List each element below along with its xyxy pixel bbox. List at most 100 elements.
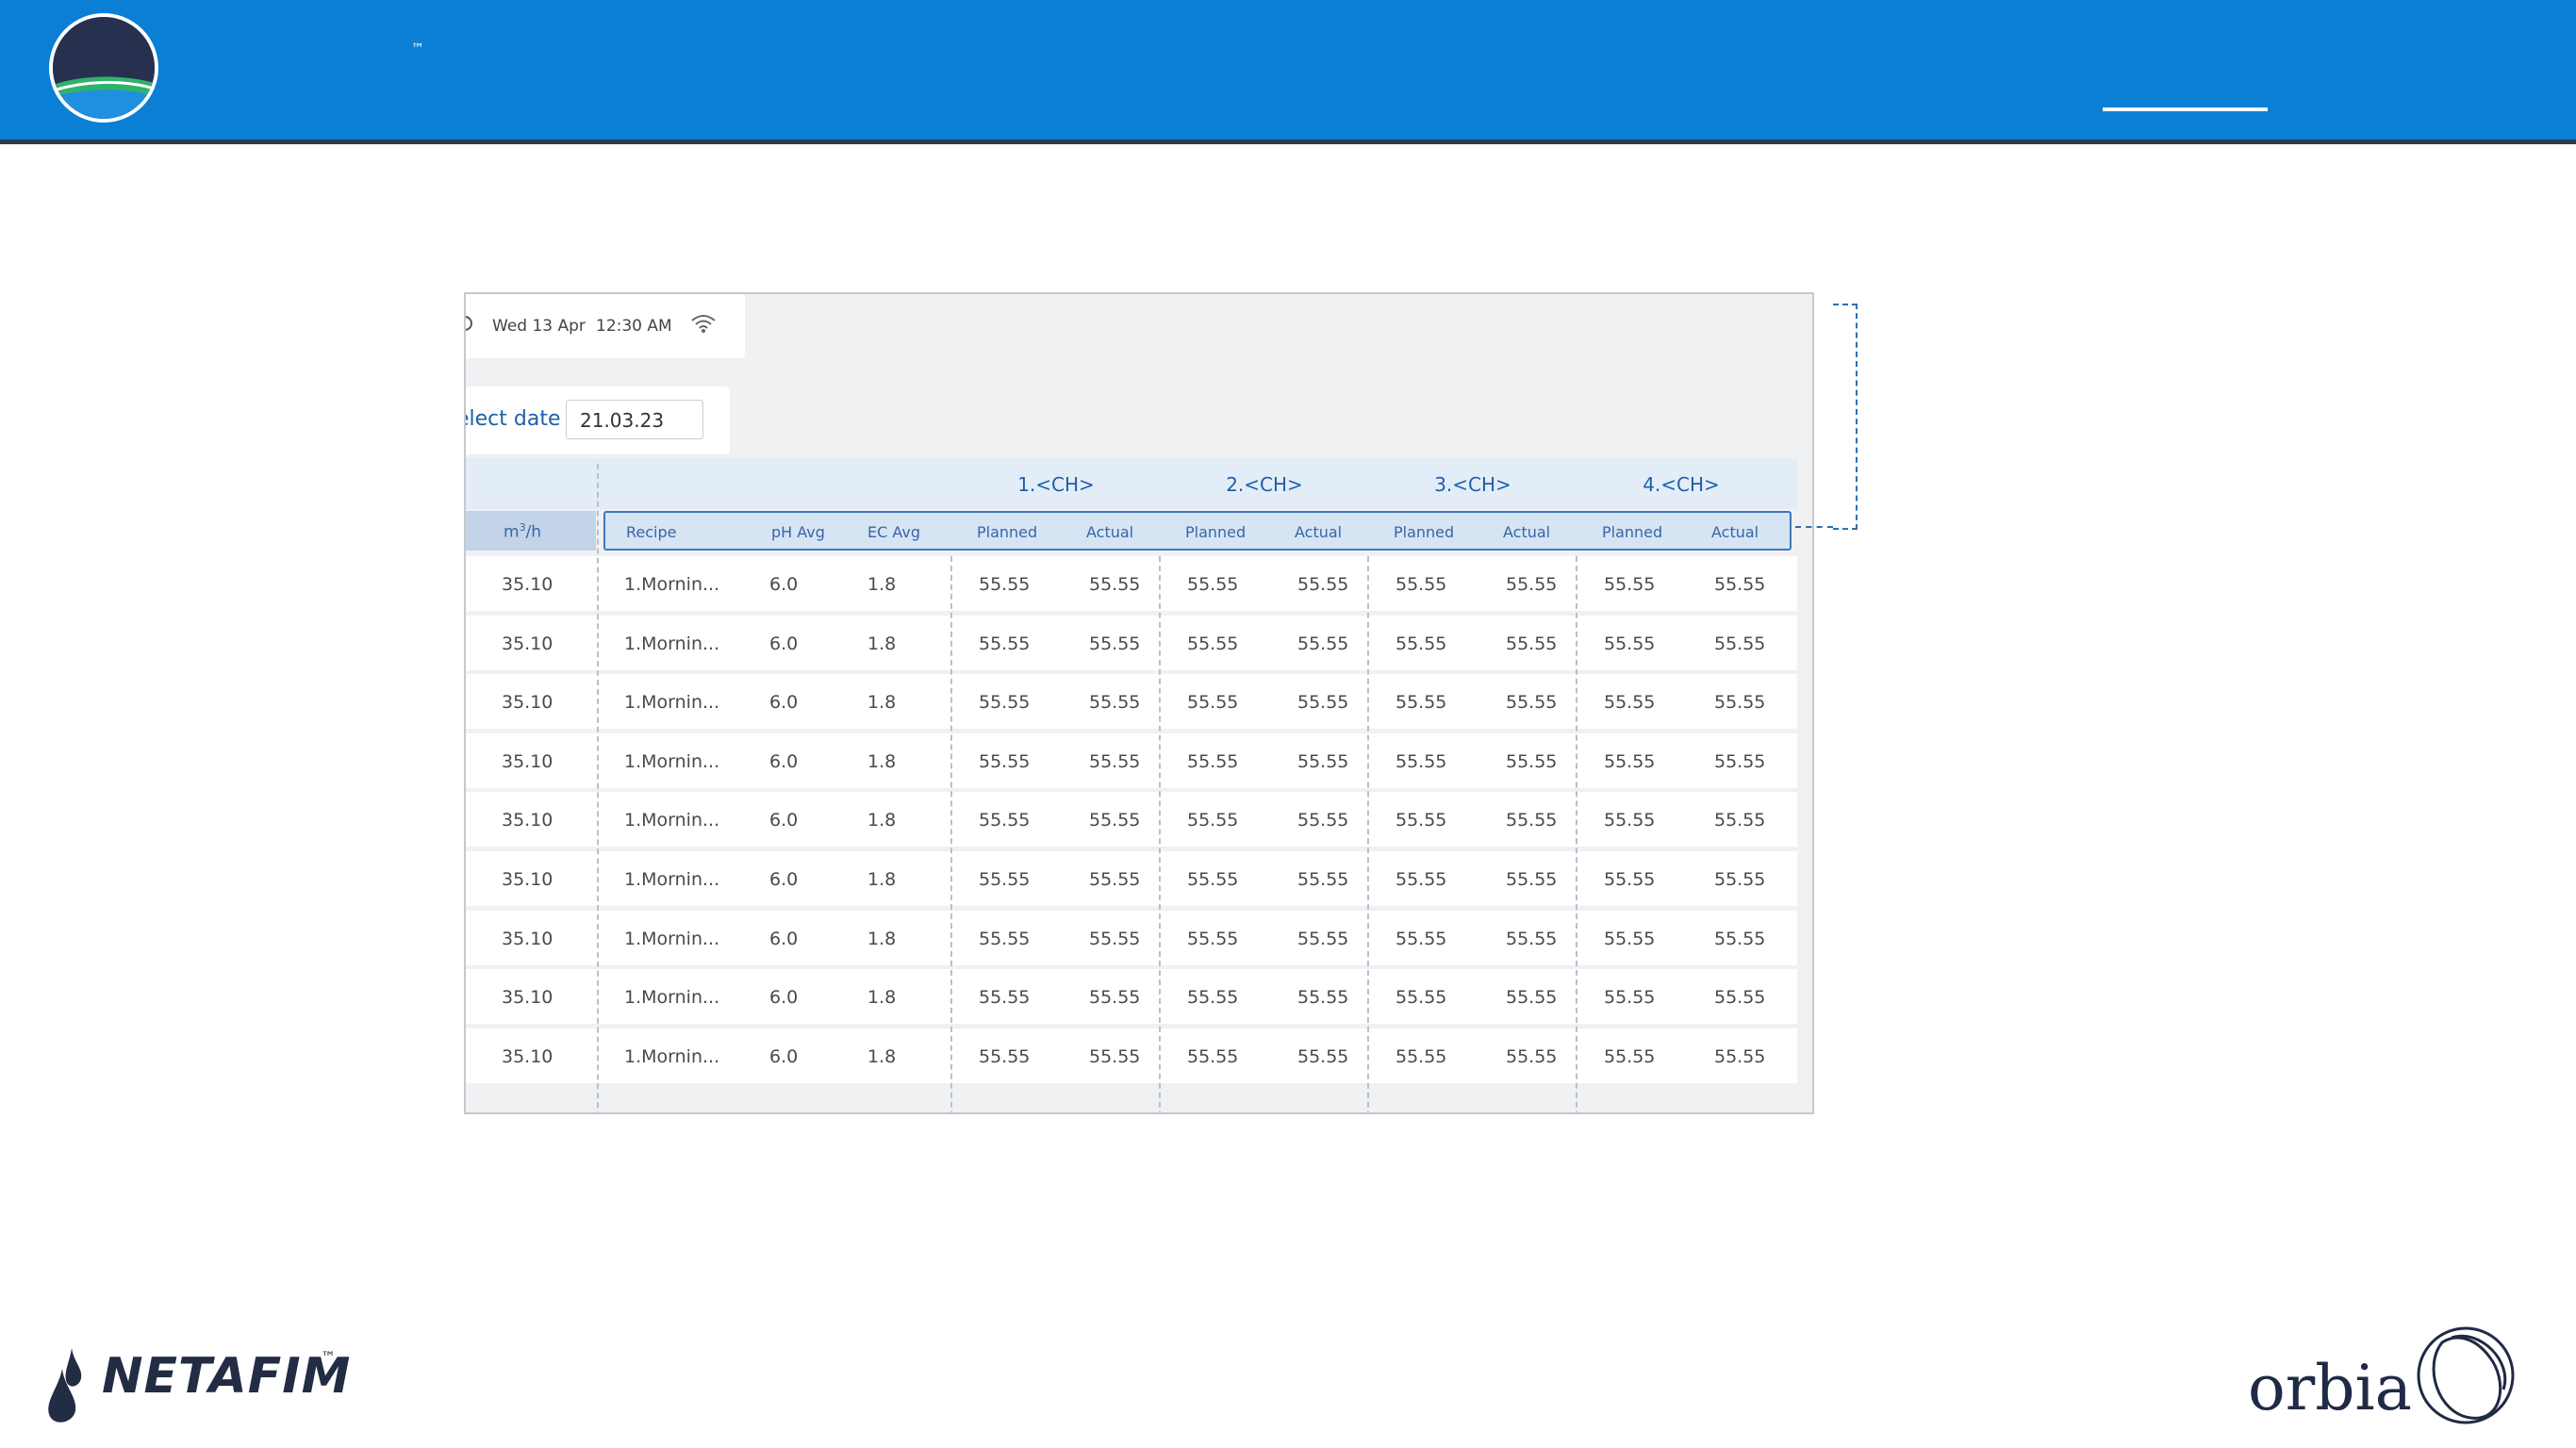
- status-bar: Wed 13 Apr 12:30 AM: [466, 294, 745, 358]
- ch3-actual-cell: 55.55: [1506, 574, 1558, 595]
- ch4-actual-cell: 55.55: [1714, 750, 1766, 772]
- table-row[interactable]: 35.10 1.Mornin... 6.0 1.8 55.55 55.55 55.55 55.…: [466, 732, 1797, 788]
- ec-avg-cell: 1.8: [867, 692, 897, 714]
- flow-cell: 35.10: [502, 810, 553, 831]
- table-row[interactable]: 35.10 1.Mornin... 6.0 1.8 55.55 55.55 55.55 55.…: [466, 851, 1797, 906]
- ch1-actual-cell: 55.55: [1089, 1045, 1141, 1067]
- ch1-actual-cell: 55.55: [1089, 750, 1141, 772]
- table-row[interactable]: 35.10 1.Mornin... 6.0 1.8 55.55 55.55 55.55 55.…: [466, 615, 1797, 670]
- header-underline: [2103, 107, 2268, 111]
- column-header-row: Recipe pH Avg EC Avg Planned Actual Plan…: [603, 511, 1792, 551]
- ch3-actual-cell: 55.55: [1506, 810, 1558, 831]
- ch4-actual-cell: 55.55: [1714, 574, 1766, 595]
- ch3-planned-header: Planned: [1394, 523, 1455, 541]
- flow-cell: 35.10: [502, 1045, 553, 1067]
- table-row[interactable]: 35.10 1.Mornin... 6.0 1.8 55.55 55.55 55.55 55.…: [466, 792, 1797, 847]
- column-divider: [1159, 556, 1161, 1112]
- ph-avg-column-header: pH Avg: [771, 523, 825, 541]
- ch2-planned-cell: 55.55: [1187, 1045, 1239, 1067]
- flow-column-header: m3/h: [466, 511, 596, 551]
- netafim-trademark: ™: [321, 1348, 336, 1366]
- ch2-actual-cell: 55.55: [1297, 810, 1349, 831]
- ch3-planned-cell: 55.55: [1395, 987, 1447, 1009]
- flow-cell: 35.10: [502, 692, 553, 714]
- app-logo-icon: [49, 13, 158, 123]
- ch3-actual-cell: 55.55: [1506, 692, 1558, 714]
- ch2-actual-cell: 55.55: [1297, 987, 1349, 1009]
- channel-1-label: 1.<CH>: [1017, 473, 1095, 496]
- ec-avg-cell: 1.8: [867, 928, 897, 949]
- wifi-icon: [691, 315, 716, 333]
- ch3-actual-header: Actual: [1503, 523, 1551, 541]
- ch1-actual-header: Actual: [1086, 523, 1134, 541]
- ch1-actual-cell: 55.55: [1089, 692, 1141, 714]
- clock-icon: [466, 316, 472, 331]
- ch2-actual-cell: 55.55: [1297, 633, 1349, 654]
- ch2-actual-cell: 55.55: [1297, 928, 1349, 949]
- column-divider: [1576, 556, 1577, 1112]
- flow-cell: 35.10: [502, 750, 553, 772]
- netafim-wordmark: NETAFIM: [102, 1348, 352, 1405]
- recipe-cell: 1.Mornin...: [624, 750, 720, 772]
- ch2-planned-cell: 55.55: [1187, 928, 1239, 949]
- table-row[interactable]: 35.10 1.Mornin... 6.0 1.8 55.55 55.55 55.55 55.…: [466, 556, 1797, 611]
- ch3-actual-cell: 55.55: [1506, 750, 1558, 772]
- callout-connector: [1795, 526, 1833, 528]
- table-row[interactable]: 35.10 1.Mornin... 6.0 1.8 55.55 55.55 55.55 55.…: [466, 1028, 1797, 1083]
- header-bar: ™: [0, 0, 2576, 144]
- ch4-planned-cell: 55.55: [1604, 928, 1656, 949]
- status-date: Wed 13 Apr: [492, 317, 586, 336]
- table-row[interactable]: 35.10 1.Mornin... 6.0 1.8 55.55 55.55 55.55 55.…: [466, 674, 1797, 730]
- ch4-planned-cell: 55.55: [1604, 987, 1656, 1009]
- ch4-planned-cell: 55.55: [1604, 750, 1656, 772]
- ch2-actual-cell: 55.55: [1297, 869, 1349, 890]
- ph-avg-cell: 6.0: [769, 574, 799, 595]
- ch4-planned-cell: 55.55: [1604, 574, 1656, 595]
- ec-avg-cell: 1.8: [867, 633, 897, 654]
- ch3-actual-cell: 55.55: [1506, 987, 1558, 1009]
- ch4-actual-cell: 55.55: [1714, 810, 1766, 831]
- ch1-planned-cell: 55.55: [979, 869, 1031, 890]
- flow-cell: 35.10: [502, 987, 553, 1009]
- table-row[interactable]: 35.10 1.Mornin... 6.0 1.8 55.55 55.55 55.55 55.…: [466, 969, 1797, 1025]
- table-row[interactable]: 35.10 1.Mornin... 6.0 1.8 55.55 55.55 55.55 55.…: [466, 910, 1797, 965]
- ch2-actual-cell: 55.55: [1297, 574, 1349, 595]
- ch2-planned-cell: 55.55: [1187, 692, 1239, 714]
- ch4-actual-cell: 55.55: [1714, 928, 1766, 949]
- ch2-planned-cell: 55.55: [1187, 750, 1239, 772]
- ch1-planned-cell: 55.55: [979, 574, 1031, 595]
- flow-cell: 35.10: [502, 869, 553, 890]
- ch2-actual-cell: 55.55: [1297, 750, 1349, 772]
- ph-avg-cell: 6.0: [769, 692, 799, 714]
- recipe-cell: 1.Mornin...: [624, 810, 720, 831]
- date-selector-label: elect date: [464, 407, 561, 431]
- ch2-planned-cell: 55.55: [1187, 987, 1239, 1009]
- ch4-planned-header: Planned: [1602, 523, 1663, 541]
- ch3-actual-cell: 55.55: [1506, 928, 1558, 949]
- recipe-column-header: Recipe: [626, 523, 677, 541]
- ch2-planned-cell: 55.55: [1187, 574, 1239, 595]
- ch1-actual-cell: 55.55: [1089, 869, 1141, 890]
- ch1-planned-cell: 55.55: [979, 987, 1031, 1009]
- ph-avg-cell: 6.0: [769, 928, 799, 949]
- ch3-planned-cell: 55.55: [1395, 928, 1447, 949]
- recipe-cell: 1.Mornin...: [624, 633, 720, 654]
- flow-cell: 35.10: [502, 633, 553, 654]
- ph-avg-cell: 6.0: [769, 750, 799, 772]
- date-selector: elect date 21.03.23: [466, 387, 730, 454]
- orbia-wordmark: orbia: [2248, 1352, 2412, 1424]
- ec-avg-cell: 1.8: [867, 810, 897, 831]
- ch4-planned-cell: 55.55: [1604, 692, 1656, 714]
- ec-avg-cell: 1.8: [867, 1045, 897, 1067]
- date-input[interactable]: 21.03.23: [566, 400, 703, 439]
- ch3-planned-cell: 55.55: [1395, 1045, 1447, 1067]
- ch3-planned-cell: 55.55: [1395, 692, 1447, 714]
- ec-avg-cell: 1.8: [867, 574, 897, 595]
- ch4-planned-cell: 55.55: [1604, 869, 1656, 890]
- ch3-planned-cell: 55.55: [1395, 750, 1447, 772]
- ch2-actual-cell: 55.55: [1297, 1045, 1349, 1067]
- callout-bracket: [1833, 304, 1858, 530]
- ec-avg-cell: 1.8: [867, 869, 897, 890]
- ch1-planned-cell: 55.55: [979, 692, 1031, 714]
- recipe-cell: 1.Mornin...: [624, 987, 720, 1009]
